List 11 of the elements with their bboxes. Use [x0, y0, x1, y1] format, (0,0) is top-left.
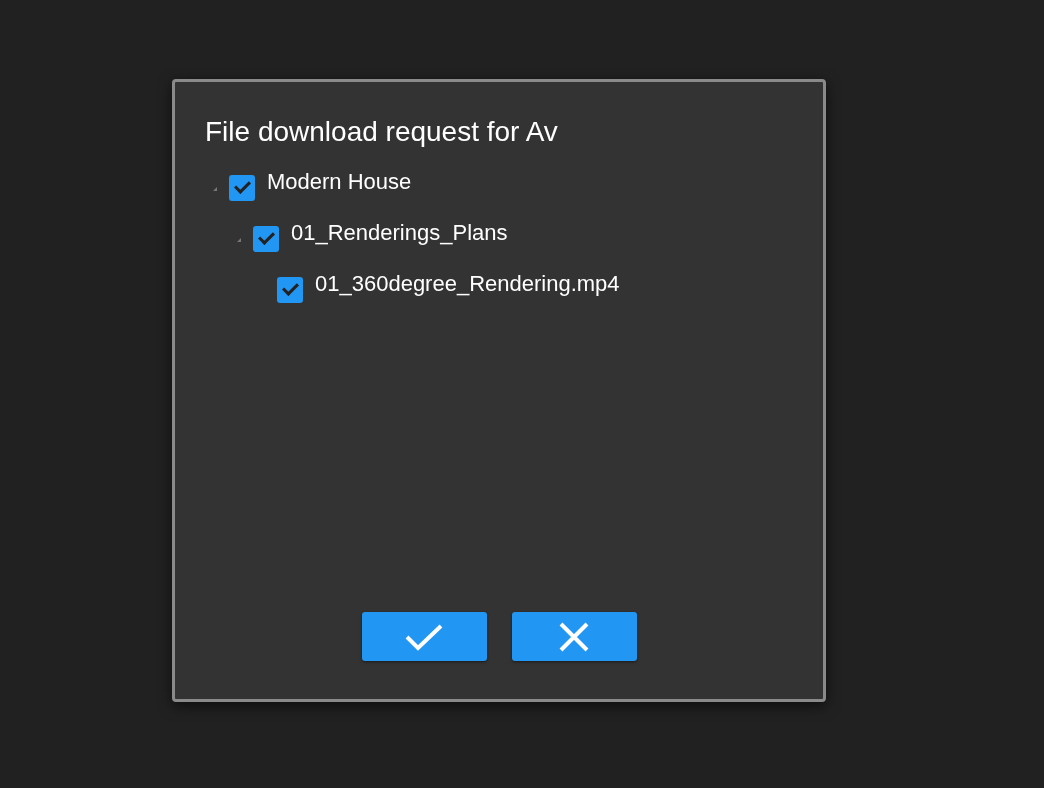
checkbox[interactable] [253, 225, 279, 252]
tree-item-label[interactable]: 01_360degree_Rendering.mp4 [315, 270, 620, 297]
close-icon [559, 621, 589, 652]
cancel-button[interactable] [511, 612, 637, 661]
confirm-button[interactable] [361, 612, 487, 661]
dialog-title: File download request for Av [205, 115, 559, 149]
tree-item-label[interactable]: Modern House [267, 168, 412, 195]
checkbox[interactable] [229, 174, 255, 201]
checkbox[interactable] [277, 276, 303, 303]
tree-item-label[interactable]: 01_Renderings_Plans [291, 219, 508, 246]
checkmark-icon [405, 622, 443, 651]
